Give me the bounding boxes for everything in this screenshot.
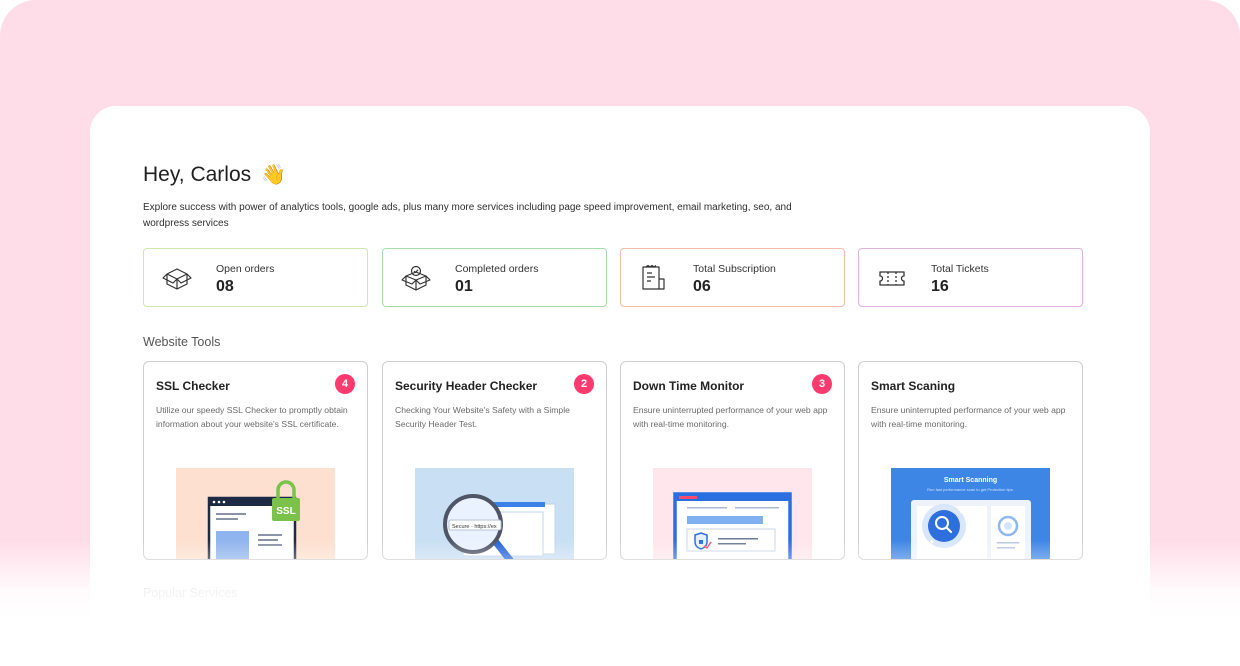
stat-card-total-subscription[interactable]: Total Subscription 06 [620,248,845,307]
stat-label: Total Subscription [693,263,776,275]
website-tools-heading: Website Tools [143,335,221,349]
tool-title: Down Time Monitor [633,379,745,393]
downtime-monitor-illustration [653,468,812,559]
intro-text: Explore success with power of analytics … [143,202,792,229]
scanning-title: Smart Scanning [944,477,997,484]
tool-card-security-header-checker[interactable]: Security Header Checker 2 Checking Your … [382,361,607,560]
tool-description: Checking Your Website's Safety with a Si… [395,405,570,429]
ssl-illustration: SSL [176,468,335,559]
stat-label: Completed orders [455,263,539,275]
stat-value: 16 [931,278,949,295]
receipt-icon [642,265,665,290]
stat-card-open-orders[interactable]: Open orders 08 [143,248,368,307]
scanning-subtitle: Run fast performance scan to get Protect… [927,487,1014,492]
count-badge: 4 [335,374,355,394]
stat-value: 01 [455,278,473,295]
stat-label: Open orders [216,263,275,275]
tool-description: Ensure uninterrupted performance of your… [633,405,828,429]
tool-description: Utilize our speedy SSL Checker to prompt… [156,405,348,429]
stat-value: 06 [693,278,711,295]
ticket-icon [879,271,905,286]
tool-card-ssl-checker[interactable]: SSL Checker 4 Utilize our speedy SSL Che… [143,361,368,560]
tool-title: Smart Scaning [871,379,956,393]
ssl-label: SSL [276,506,295,517]
count-badge: 3 [812,374,832,394]
tool-description: Ensure uninterrupted performance of your… [871,405,1066,429]
stat-card-total-tickets[interactable]: Total Tickets 16 [858,248,1083,307]
stat-card-completed-orders[interactable]: Completed orders 01 [382,248,607,307]
box-icon [162,268,192,290]
count-badge: 2 [574,374,594,394]
tool-title: Security Header Checker [395,379,538,393]
tool-card-down-time-monitor[interactable]: Down Time Monitor 3 Ensure uninterrupted… [620,361,845,560]
stat-label: Total Tickets [931,263,989,275]
popular-services-heading: Popular Services [143,586,238,600]
tool-title: SSL Checker [156,379,230,393]
page-background: Hey, Carlos 👋 Explore success with power… [0,0,1240,666]
greeting-heading: Hey, Carlos 👋 [143,162,286,187]
security-header-illustration: Secure · https://ex [415,468,574,559]
secure-url-label: Secure · https://ex [452,524,497,530]
box-check-icon [401,265,431,291]
greeting-text: Hey, Carlos [143,163,252,186]
dashboard-panel: Hey, Carlos 👋 Explore success with power… [90,106,1150,666]
stat-value: 08 [216,278,234,295]
smart-scanning-illustration: Smart Scanning Run fast performance scan… [891,468,1050,559]
tool-card-smart-scaning[interactable]: Smart Scaning Ensure uninterrupted perfo… [858,361,1083,560]
waving-hand-icon: 👋 [260,164,286,186]
